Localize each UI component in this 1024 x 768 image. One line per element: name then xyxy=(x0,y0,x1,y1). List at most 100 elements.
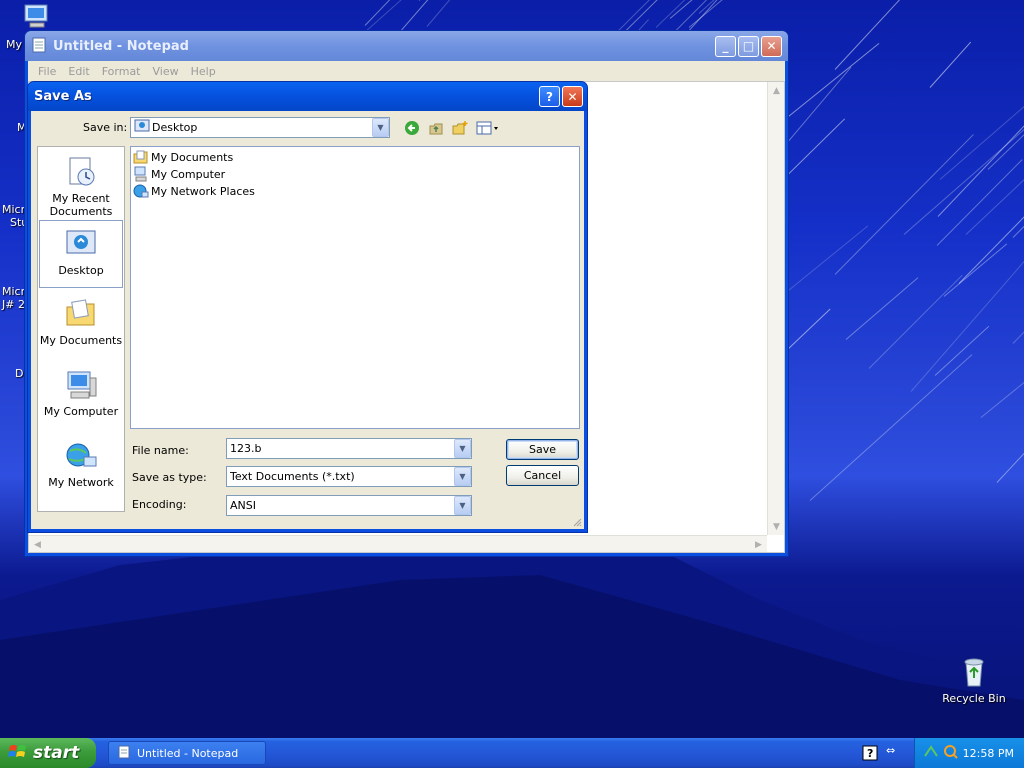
clock[interactable]: 12:58 PM xyxy=(963,747,1014,760)
chevron-down-icon[interactable]: ▼ xyxy=(454,439,471,458)
encoding-value: ANSI xyxy=(230,499,256,512)
tray-expand-icon[interactable]: ⇔ xyxy=(886,744,895,757)
desktop-label-fragment-my: My xyxy=(6,38,23,51)
place-label-computer: My Computer xyxy=(43,405,119,418)
new-folder-button[interactable] xyxy=(451,119,469,137)
scroll-down-icon[interactable]: ▼ xyxy=(768,518,785,535)
save-button[interactable]: Save xyxy=(506,439,579,460)
save-in-dropdown[interactable]: Desktop ▼ xyxy=(130,117,390,138)
views-menu-button[interactable] xyxy=(475,119,501,137)
search-icon[interactable] xyxy=(943,744,959,763)
new-folder-icon xyxy=(452,121,468,135)
file-name: My Network Places xyxy=(151,184,255,198)
cancel-button[interactable]: Cancel xyxy=(506,465,579,486)
back-arrow-icon xyxy=(405,121,419,135)
save-as-type-value: Text Documents (*.txt) xyxy=(230,470,355,483)
my-computer-desktop-icon[interactable] xyxy=(22,2,52,32)
list-item[interactable]: My Network Places xyxy=(133,183,255,199)
dialog-close-button[interactable]: ✕ xyxy=(562,86,583,107)
task-item-label: Untitled - Notepad xyxy=(137,746,239,760)
chevron-down-icon[interactable]: ▼ xyxy=(454,467,471,486)
globe-icon xyxy=(133,184,149,198)
folder-icon xyxy=(133,150,148,164)
place-label-documents: My Documents xyxy=(39,334,123,347)
recycle-bin-label: Recycle Bin xyxy=(942,692,1006,705)
place-my-network[interactable]: My Network xyxy=(39,433,123,501)
up-folder-button[interactable] xyxy=(427,119,445,137)
recycle-bin-desktop-icon[interactable]: Recycle Bin xyxy=(939,656,1009,705)
recycle-bin-icon xyxy=(958,656,990,688)
close-icon: ✕ xyxy=(766,39,777,53)
file-name: My Computer xyxy=(151,167,226,181)
close-icon: ✕ xyxy=(567,89,578,104)
save-in-label: Save in: xyxy=(83,121,128,134)
taskbar-item-notepad[interactable]: Untitled - Notepad xyxy=(108,741,266,765)
save-as-type-dropdown[interactable]: Text Documents (*.txt) ▼ xyxy=(226,466,472,487)
start-button[interactable]: start xyxy=(0,738,96,768)
scroll-left-icon[interactable]: ◀ xyxy=(29,536,46,553)
save-as-title: Save As xyxy=(34,89,92,104)
menu-file[interactable]: File xyxy=(32,65,62,78)
back-button[interactable] xyxy=(403,119,421,137)
place-my-recent-documents[interactable]: My Recent Documents xyxy=(39,149,123,218)
save-as-titlebar[interactable]: Save As ? ✕ xyxy=(28,82,587,111)
horizontal-scrollbar[interactable]: ◀ ▶ xyxy=(29,535,767,552)
start-label: start xyxy=(33,743,80,763)
maximize-button[interactable]: □ xyxy=(738,35,759,57)
notepad-menubar: File Edit Format View Help xyxy=(28,61,785,81)
network-tray-icon[interactable] xyxy=(923,744,939,763)
views-grid-icon xyxy=(476,121,498,135)
vertical-scrollbar[interactable]: ▲ ▼ xyxy=(767,82,784,535)
encoding-label: Encoding: xyxy=(132,498,187,511)
taskbar: start Untitled - Notepad ? ⇔ 12:58 PM xyxy=(0,738,1024,768)
save-as-body: Save in: Desktop ▼ My Recent Documents D… xyxy=(31,111,584,529)
desktop-label-fragment-j: J# 2 xyxy=(2,298,25,311)
list-item[interactable]: My Documents xyxy=(133,149,233,165)
close-button[interactable]: ✕ xyxy=(761,35,782,57)
recent-documents-icon xyxy=(64,155,98,189)
scroll-right-icon[interactable]: ▶ xyxy=(750,536,767,553)
computer-icon xyxy=(134,166,147,182)
desktop-place-icon xyxy=(64,227,98,261)
network-places-icon xyxy=(64,439,98,473)
up-folder-icon xyxy=(429,123,443,135)
chevron-down-icon[interactable]: ▼ xyxy=(372,118,389,137)
save-as-dialog[interactable]: Save As ? ✕ Save in: Desktop ▼ My Recent… xyxy=(27,81,588,533)
file-name-input[interactable]: 123.b ▼ xyxy=(226,438,472,459)
places-bar: My Recent Documents Desktop My Documents… xyxy=(37,146,125,512)
svg-text:?: ? xyxy=(867,747,873,760)
notepad-title: Untitled - Notepad xyxy=(53,38,189,54)
file-list[interactable]: My Documents My Computer My Network Plac… xyxy=(130,146,580,429)
place-label-network: My Network xyxy=(48,476,114,489)
place-my-documents[interactable]: My Documents xyxy=(39,291,123,359)
file-name: My Documents xyxy=(151,150,234,164)
resize-grip-icon[interactable] xyxy=(572,517,582,527)
encoding-dropdown[interactable]: ANSI ▼ xyxy=(226,495,472,516)
maximize-icon: □ xyxy=(742,39,755,53)
desktop-icon xyxy=(134,118,152,137)
save-as-type-label: Save as type: xyxy=(132,471,207,484)
help-button[interactable]: ? xyxy=(539,86,560,107)
place-label-desktop: Desktop xyxy=(58,264,104,277)
menu-edit[interactable]: Edit xyxy=(62,65,95,78)
file-name-value[interactable]: 123.b xyxy=(230,442,454,455)
my-computer-icon xyxy=(64,368,98,402)
help-tray-icon[interactable]: ? xyxy=(862,745,878,764)
my-documents-icon xyxy=(64,297,98,331)
chevron-down-icon[interactable]: ▼ xyxy=(454,496,471,515)
help-icon: ? xyxy=(546,89,553,104)
scroll-up-icon[interactable]: ▲ xyxy=(768,82,785,99)
place-desktop[interactable]: Desktop xyxy=(39,220,123,288)
notepad-task-icon xyxy=(117,745,131,762)
windows-logo-icon xyxy=(8,742,28,765)
list-item[interactable]: My Computer xyxy=(133,166,225,182)
system-tray: 12:58 PM xyxy=(914,738,1024,768)
menu-format[interactable]: Format xyxy=(96,65,147,78)
save-in-value: Desktop xyxy=(152,121,198,134)
desktop-label-fragment-d: D xyxy=(15,367,24,380)
place-my-computer[interactable]: My Computer xyxy=(39,362,123,430)
notepad-titlebar[interactable]: Untitled - Notepad _ □ ✕ xyxy=(25,31,788,61)
minimize-button[interactable]: _ xyxy=(715,35,736,57)
menu-view[interactable]: View xyxy=(147,65,185,78)
menu-help[interactable]: Help xyxy=(185,65,222,78)
